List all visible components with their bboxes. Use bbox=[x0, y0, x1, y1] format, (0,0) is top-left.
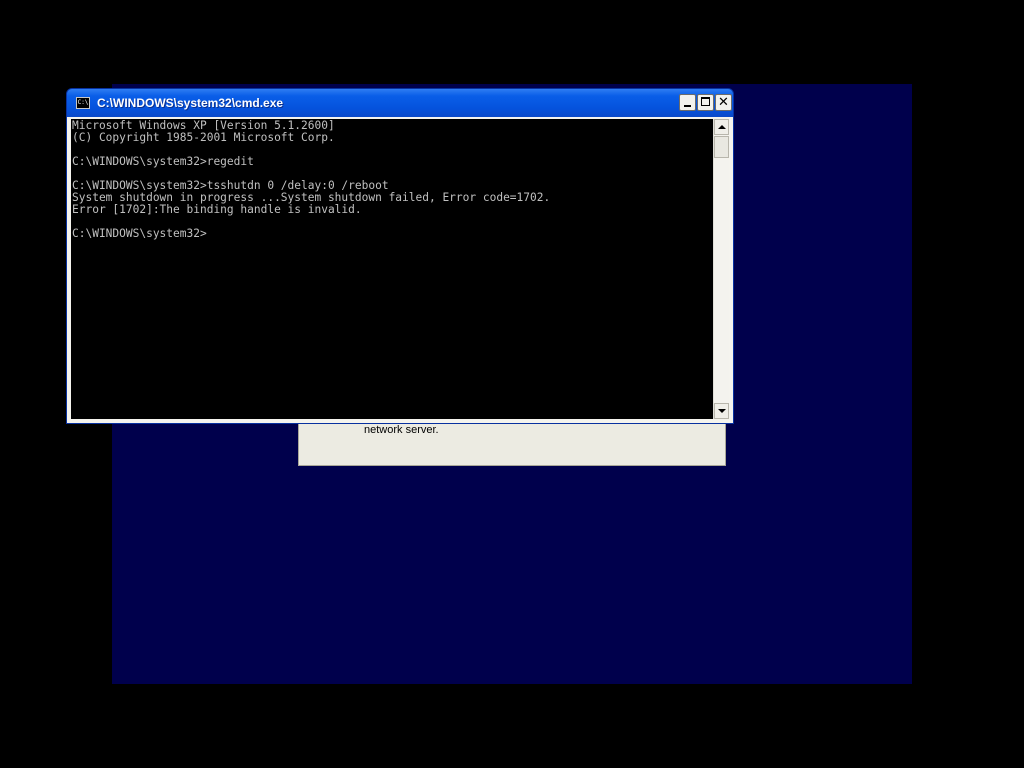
maximize-button[interactable] bbox=[697, 94, 714, 111]
console-line: Error [1702]:The binding handle is inval… bbox=[72, 203, 362, 216]
console-text[interactable]: Microsoft Windows XP [Version 5.1.2600] … bbox=[72, 120, 550, 240]
background-dialog-text: network server. bbox=[364, 424, 439, 436]
close-icon: ✕ bbox=[718, 95, 729, 110]
cmd-window[interactable]: C:\ C:\WINDOWS\system32\cmd.exe ✕ Micros… bbox=[66, 88, 734, 424]
cmd-app-icon[interactable]: C:\ bbox=[76, 97, 90, 109]
title-bar[interactable]: C:\ C:\WINDOWS\system32\cmd.exe ✕ bbox=[67, 89, 733, 117]
scroll-down-arrow-icon[interactable] bbox=[714, 403, 729, 419]
scrollbar-thumb[interactable] bbox=[714, 136, 729, 158]
console-output-area[interactable]: Microsoft Windows XP [Version 5.1.2600] … bbox=[71, 119, 713, 419]
window-frame: Microsoft Windows XP [Version 5.1.2600] … bbox=[67, 117, 733, 423]
close-button[interactable]: ✕ bbox=[715, 94, 732, 111]
vertical-scrollbar[interactable] bbox=[713, 119, 729, 419]
window-title: C:\WINDOWS\system32\cmd.exe bbox=[97, 96, 284, 110]
console-line: C:\WINDOWS\system32>regedit bbox=[72, 155, 254, 168]
minimize-button[interactable] bbox=[679, 94, 696, 111]
background-dialog[interactable]: network server. bbox=[298, 420, 726, 466]
console-line: (C) Copyright 1985-2001 Microsoft Corp. bbox=[72, 131, 335, 144]
console-line: C:\WINDOWS\system32> bbox=[72, 227, 207, 240]
scroll-up-arrow-icon[interactable] bbox=[714, 119, 729, 135]
